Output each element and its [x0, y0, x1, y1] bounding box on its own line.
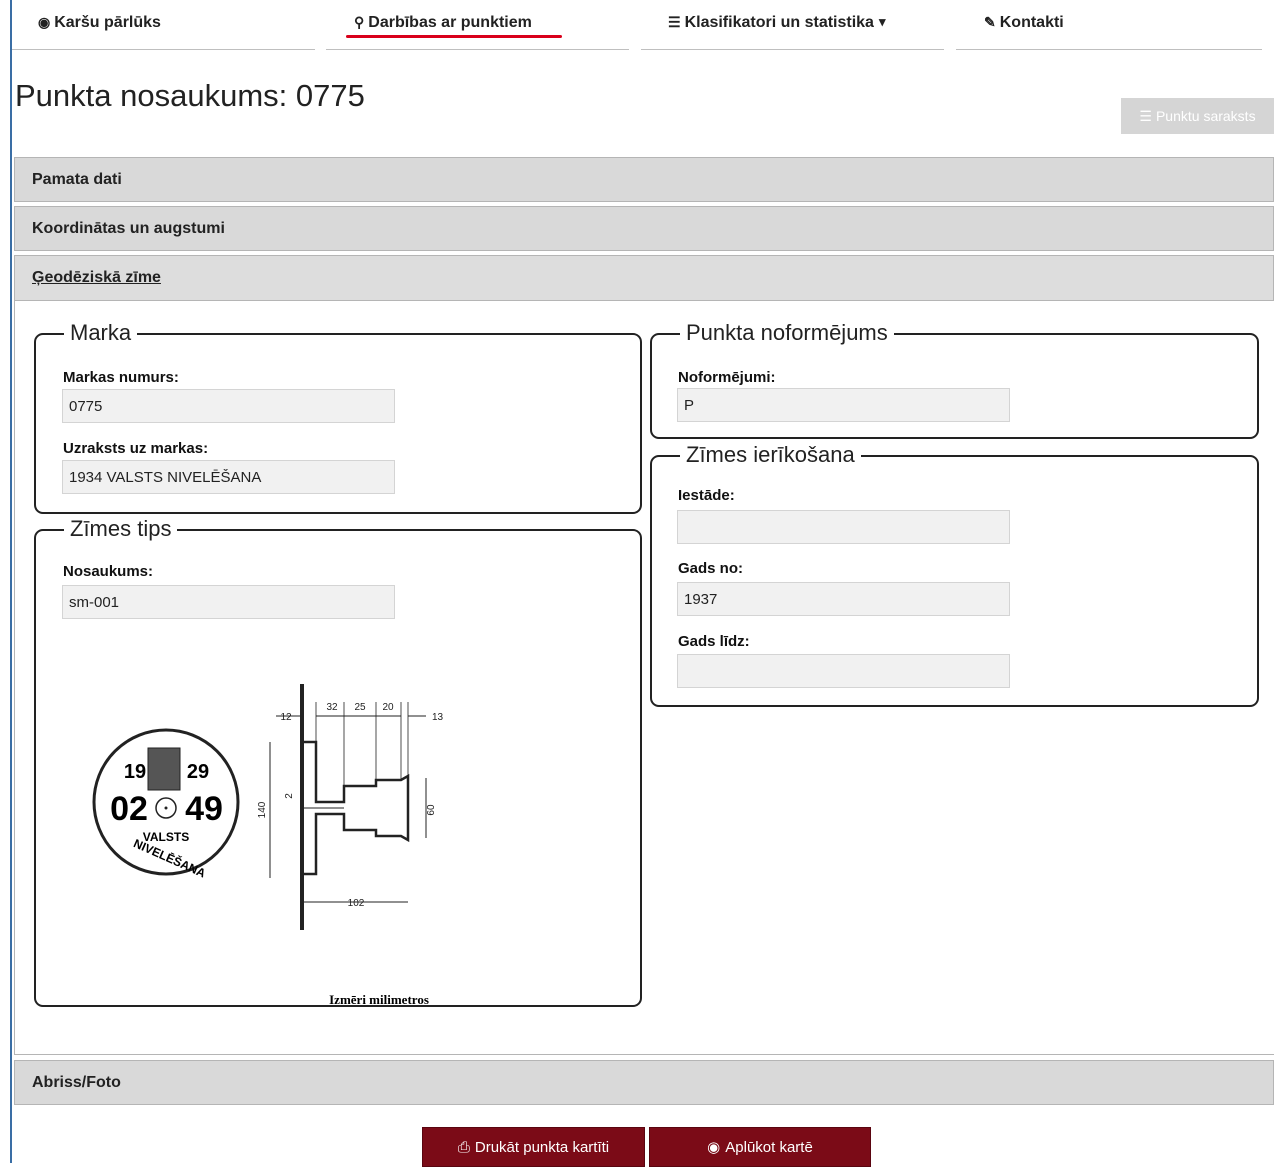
edit-icon: ✎: [984, 14, 996, 30]
fieldset-legend: Zīmes ierīkošana: [680, 441, 861, 469]
globe-icon: ◉: [707, 1139, 721, 1156]
benchmark-plaque-image: 19 29 02 49 VALSTS NIVELĒŠANA: [92, 728, 240, 881]
globe-icon: ◉: [38, 14, 51, 30]
dim-label: 13: [432, 712, 444, 723]
fieldset-marka: Marka Markas numurs: Uzraksts uz markas:: [34, 319, 642, 514]
active-tab-indicator: [346, 35, 562, 38]
plaque-number-left: 02: [110, 790, 148, 828]
dim-label: 140: [257, 801, 268, 818]
mark-type-name-label: Nosaukums:: [63, 563, 154, 580]
mark-number-label: Markas numurs:: [63, 369, 179, 386]
nav-item-map-browser[interactable]: ◉ Karšu pārlūks: [12, 0, 315, 50]
fieldset-legend: Zīmes tips: [64, 515, 178, 543]
year-from-label: Gads no:: [678, 560, 744, 577]
nav-item-label: Kontakti: [999, 14, 1064, 31]
print-card-button-label: Drukāt punkta kartīti: [474, 1138, 610, 1156]
point-list-button-label: Punktu saraksts: [1155, 108, 1256, 124]
dim-label: 25: [354, 702, 366, 713]
institution-field[interactable]: [677, 510, 1010, 544]
fieldset-legend: Punkta noformējums: [680, 319, 894, 347]
fieldset-mark-installation: Zīmes ierīkošana Iestāde: Gads no: Gads …: [650, 441, 1259, 707]
nav-item-point-actions[interactable]: ⚲ Darbības ar punktiem: [326, 0, 629, 50]
map-marker-icon: ⚲: [354, 14, 365, 30]
view-on-map-button-label: Aplūkot kartē: [725, 1138, 813, 1156]
point-list-button[interactable]: ☰ Punktu saraksts: [1121, 98, 1274, 134]
mark-type-name-field[interactable]: [62, 585, 395, 619]
institution-label: Iestāde:: [678, 487, 735, 504]
view-on-map-button[interactable]: ◉ Aplūkot kartē: [649, 1127, 871, 1167]
dim-label: 12: [280, 712, 292, 723]
accordion-label: Pamata dati: [32, 170, 122, 188]
mark-inscription-field[interactable]: [62, 460, 395, 494]
left-border: [10, 0, 12, 1163]
dim-label: 2: [284, 793, 295, 799]
nav-item-label: Karšu pārlūks: [54, 14, 161, 31]
accordion-sketch-photo[interactable]: Abriss/Foto: [14, 1060, 1274, 1105]
list-icon: ☰: [1139, 107, 1152, 124]
drawing-caption: Izmēri milimetros: [329, 992, 429, 1007]
accordion-label: Ģeodēziskā zīme: [32, 269, 161, 286]
dim-label: 60: [426, 804, 437, 816]
accordion-geodetic-mark[interactable]: Ģeodēziskā zīme: [14, 255, 1274, 301]
nav-item-label: Klasifikatori un statistika: [684, 14, 874, 31]
design-field[interactable]: [677, 388, 1010, 422]
plaque-year-right: 29: [187, 761, 209, 783]
print-card-button[interactable]: ⎙ Drukāt punkta kartīti: [422, 1127, 645, 1167]
plaque-number-right: 49: [185, 790, 223, 828]
dimension-labels: 12 32 25 20 13 140 2 60 102: [257, 702, 444, 909]
mark-number-field[interactable]: [62, 389, 395, 423]
year-to-field[interactable]: [677, 654, 1010, 688]
dim-label: 32: [326, 702, 338, 713]
mark-inscription-label: Uzraksts uz markas:: [63, 440, 209, 457]
accordion-basic-data[interactable]: Pamata dati: [14, 157, 1274, 202]
dim-label: 20: [382, 702, 394, 713]
fieldset-legend: Marka: [64, 319, 138, 347]
plaque-year-left: 19: [124, 761, 146, 783]
year-to-label: Gads līdz:: [678, 633, 750, 650]
list-icon: ☰: [668, 14, 681, 30]
nav-item-label: Darbības ar punktiem: [368, 14, 532, 31]
fieldset-point-design: Punkta noformējums Noformējumi:: [650, 319, 1259, 439]
accordion-coordinates[interactable]: Koordinātas un augstumi: [14, 206, 1274, 251]
top-navigation: ◉ Karšu pārlūks ⚲ Darbības ar punktiem ☰…: [12, 0, 1274, 52]
mark-type-drawing: 19 29 02 49 VALSTS NIVELĒŠANA 12 32 25 2…: [92, 684, 444, 1007]
accordion-label: Koordinātas un augstumi: [32, 219, 225, 237]
design-label: Noformējumi:: [678, 369, 776, 386]
nav-item-contacts[interactable]: ✎ Kontakti: [956, 0, 1262, 50]
page-title: Punkta nosaukums: 0775: [15, 78, 365, 113]
dim-label: 102: [348, 898, 365, 909]
benchmark-profile-drawing: [269, 684, 427, 930]
nav-item-classifiers[interactable]: ☰ Klasifikatori un statistika ▾: [641, 0, 944, 50]
chevron-down-icon: ▾: [878, 14, 886, 29]
year-from-field[interactable]: [677, 582, 1010, 616]
accordion-label: Abriss/Foto: [32, 1073, 121, 1091]
print-icon: ⎙: [457, 1138, 470, 1156]
